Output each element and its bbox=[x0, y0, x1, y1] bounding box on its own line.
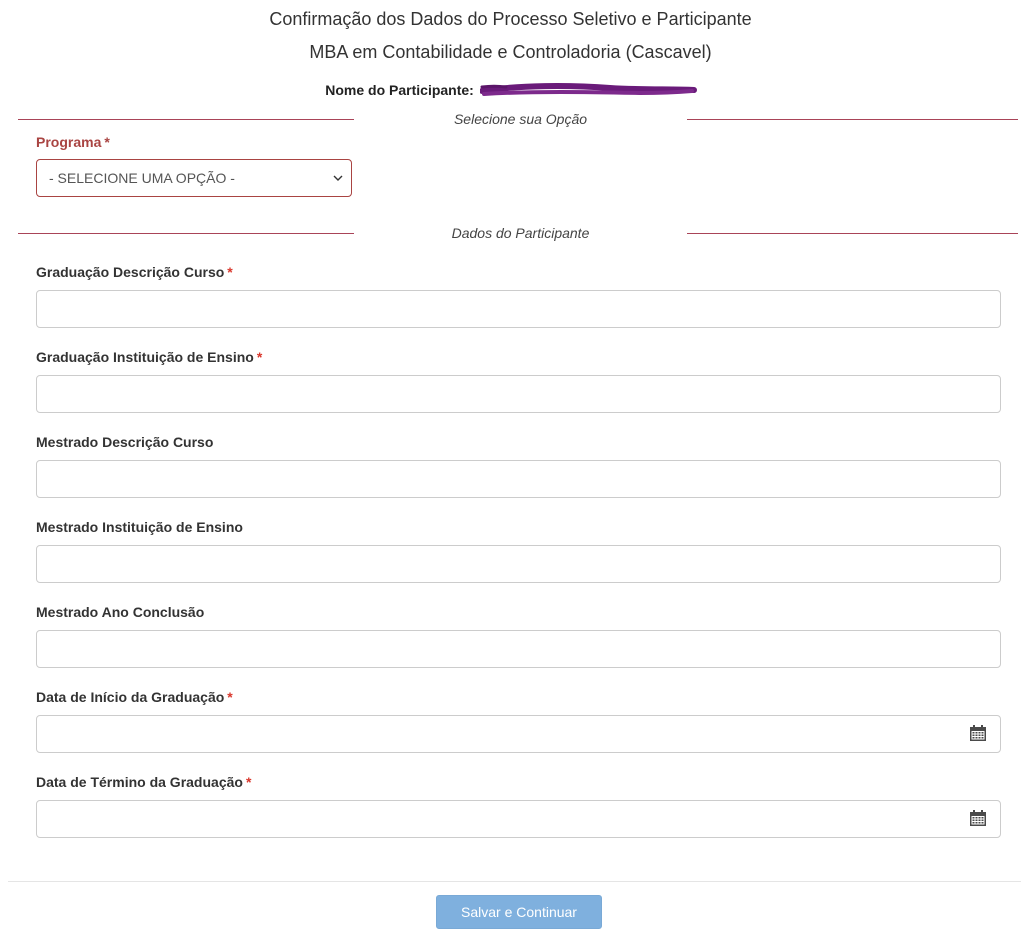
calendar-icon[interactable] bbox=[969, 810, 987, 827]
masters-year-label: Mestrado Ano Conclusão bbox=[36, 604, 207, 620]
graduation-institution-input[interactable] bbox=[36, 375, 1001, 413]
graduation-end-date-label-text: Data de Término da Graduação bbox=[36, 774, 243, 790]
divider-line bbox=[687, 233, 1018, 234]
masters-institution-label: Mestrado Instituição de Ensino bbox=[36, 519, 246, 535]
required-asterisk: * bbox=[227, 264, 233, 280]
section-divider-option: Selecione sua Opção bbox=[18, 110, 1018, 130]
required-asterisk: * bbox=[227, 689, 233, 705]
divider-line bbox=[18, 233, 354, 234]
graduation-end-date-wrapper bbox=[0, 800, 1021, 838]
masters-course-label-text: Mestrado Descrição Curso bbox=[36, 434, 214, 450]
divider-line bbox=[687, 119, 1018, 120]
graduation-institution-label-text: Graduação Instituição de Ensino bbox=[36, 349, 254, 365]
graduation-course-label-text: Graduação Descrição Curso bbox=[36, 264, 225, 280]
footer-divider bbox=[8, 881, 1021, 882]
graduation-start-date-label: Data de Início da Graduação * bbox=[36, 689, 233, 705]
graduation-end-date-input[interactable] bbox=[36, 800, 1001, 838]
graduation-start-date-label-text: Data de Início da Graduação bbox=[36, 689, 225, 705]
calendar-icon[interactable] bbox=[969, 725, 987, 742]
page-subtitle: MBA em Contabilidade e Controladoria (Ca… bbox=[309, 42, 712, 62]
section-legend-option: Selecione sua Opção bbox=[453, 111, 588, 127]
program-select[interactable]: - SELECIONE UMA OPÇÃO - bbox=[36, 159, 352, 197]
participant-label: Nome do Participante: bbox=[325, 82, 474, 98]
graduation-institution-label: Graduação Instituição de Ensino * bbox=[36, 349, 262, 365]
masters-year-input[interactable] bbox=[36, 630, 1001, 668]
redacted-participant-name bbox=[479, 83, 697, 98]
graduation-course-label: Graduação Descrição Curso * bbox=[36, 264, 233, 280]
masters-institution-label-text: Mestrado Instituição de Ensino bbox=[36, 519, 243, 535]
divider-line bbox=[18, 119, 354, 120]
masters-institution-input[interactable] bbox=[36, 545, 1001, 583]
page-title: Confirmação dos Dados do Processo Seleti… bbox=[269, 9, 752, 29]
required-asterisk: * bbox=[104, 134, 110, 150]
masters-year-label-text: Mestrado Ano Conclusão bbox=[36, 604, 205, 620]
graduation-start-date-input[interactable] bbox=[36, 715, 1001, 753]
program-select-value: - SELECIONE UMA OPÇÃO - bbox=[49, 170, 235, 186]
section-legend-participant: Dados do Participante bbox=[451, 225, 590, 241]
masters-course-label: Mestrado Descrição Curso bbox=[36, 434, 216, 450]
chevron-down-icon bbox=[333, 175, 343, 181]
section-divider-participant: Dados do Participante bbox=[18, 224, 1018, 244]
graduation-start-date-wrapper bbox=[0, 715, 1021, 753]
required-asterisk: * bbox=[256, 349, 263, 365]
required-asterisk: * bbox=[245, 774, 252, 790]
participant-name-row: Nome do Participante: bbox=[0, 82, 1021, 98]
graduation-end-date-label: Data de Término da Graduação * bbox=[36, 774, 251, 790]
graduation-course-input[interactable] bbox=[36, 290, 1001, 328]
masters-course-input[interactable] bbox=[36, 460, 1001, 498]
program-label-text: Programa bbox=[36, 134, 102, 150]
save-and-continue-button[interactable]: Salvar e Continuar bbox=[436, 895, 602, 929]
program-label: Programa * bbox=[36, 134, 110, 150]
